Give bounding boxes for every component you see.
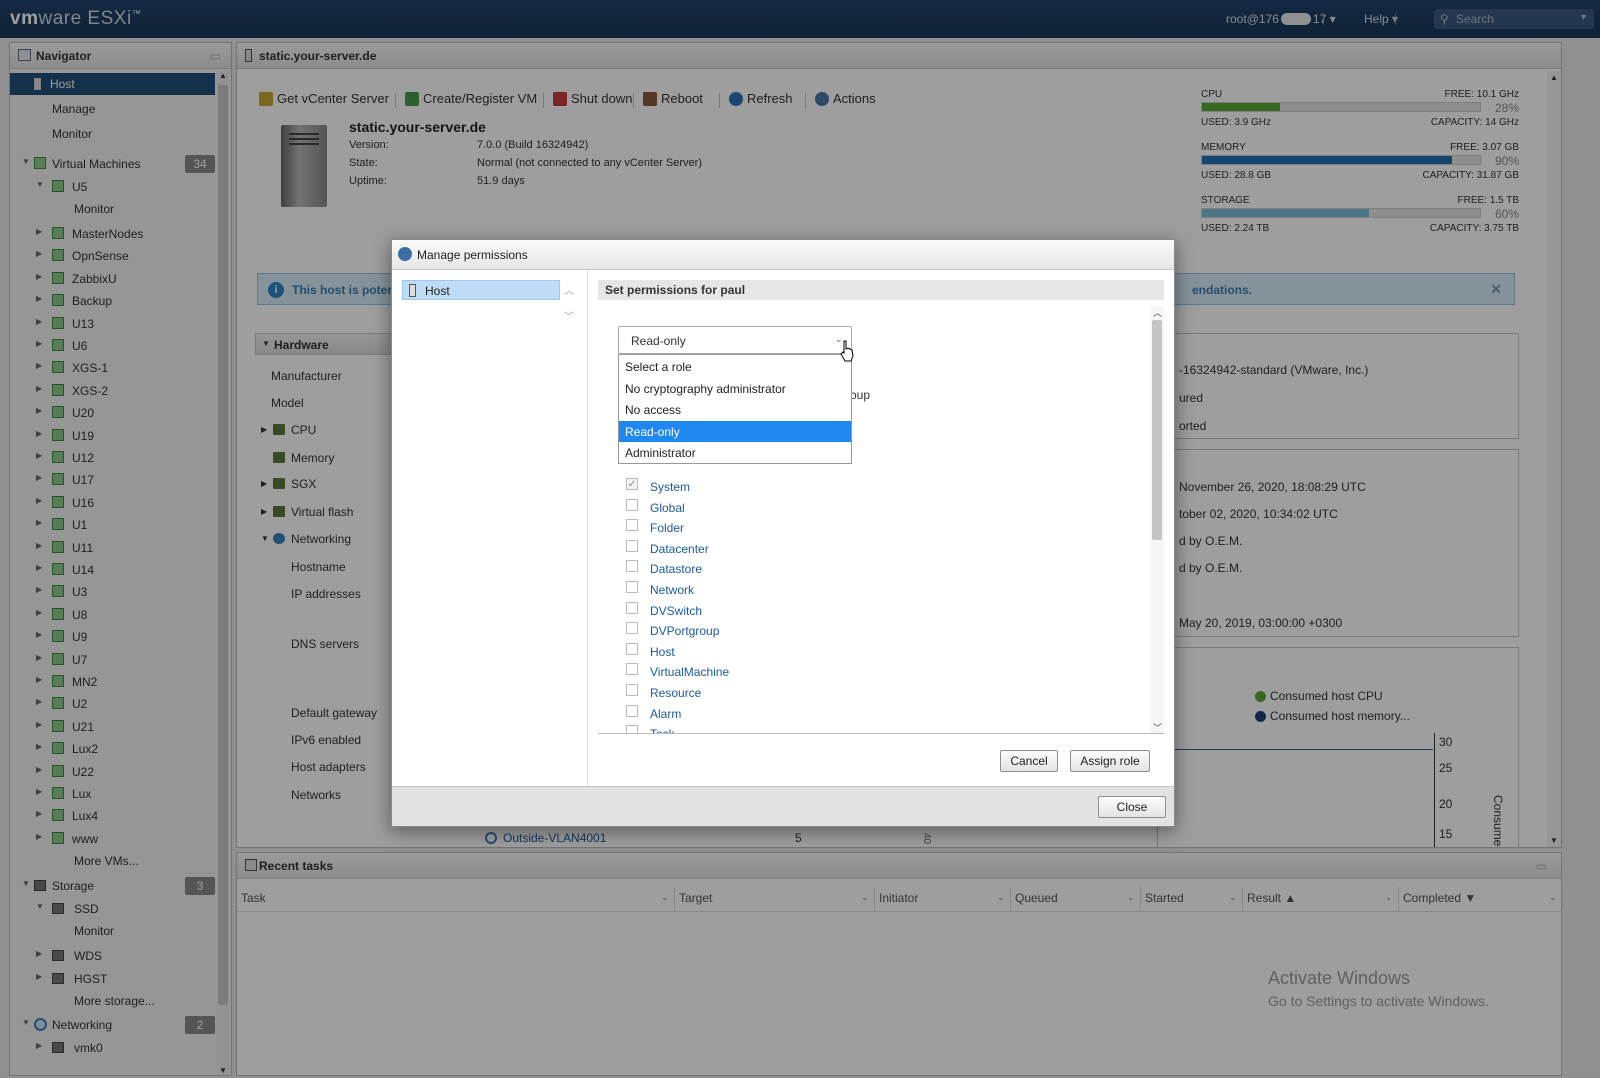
dialog-footer: Close [392,786,1174,826]
privilege-checkbox[interactable] [626,539,638,552]
privilege-checkbox[interactable] [626,622,638,635]
privilege-item[interactable]: ✓ System [626,478,690,498]
permissions-body: Read-only ⌄ oup Select a role No cryptogra… [598,306,1164,734]
privilege-item[interactable]: Folder [626,519,684,539]
role-option[interactable]: No access [619,399,851,420]
privilege-item[interactable]: Network [626,581,694,601]
privilege-checkbox[interactable] [626,519,638,532]
privilege-checkbox[interactable] [626,498,638,511]
tree-item-host[interactable]: Host [402,280,560,300]
role-option[interactable]: No cryptography administrator [619,378,851,399]
role-option[interactable]: Read-only [619,420,851,442]
assign-role-button[interactable]: Assign role [1070,750,1150,772]
privilege-item[interactable]: Datacenter [626,539,709,560]
privilege-checkbox[interactable] [626,725,638,733]
tree-scroll-arrows[interactable]: ︿ ﹀ [564,282,574,323]
role-dropdown: Select a role No cryptography administrat… [618,354,852,464]
manage-permissions-dialog: Manage permissions Host ︿ ﹀ Set permissio… [391,239,1175,827]
role-option[interactable]: Select a role [619,356,851,377]
cancel-button[interactable]: Cancel [1000,750,1058,772]
privilege-item[interactable]: Global [626,498,685,519]
role-option[interactable]: Administrator [619,442,851,463]
privilege-checkbox[interactable] [626,663,638,676]
privilege-item[interactable]: VirtualMachine [626,663,729,683]
privilege-item[interactable]: Task [626,725,675,733]
permissions-scrollbar[interactable]: ︿ ﹀ [1150,306,1164,733]
privilege-checkbox[interactable] [626,581,638,593]
dialog-tree: Host ︿ ﹀ [392,270,588,786]
role-select[interactable]: Read-only ⌄ [618,326,852,354]
privilege-item[interactable]: Resource [626,684,701,704]
privilege-item[interactable]: Host [626,642,675,663]
dialog-header: Manage permissions [392,240,1174,270]
permissions-header: Set permissions for paul [598,280,1164,300]
privilege-checkbox[interactable] [626,684,638,696]
privilege-item[interactable]: DVPortgroup [626,622,719,642]
dialog-permissions-pane: Set permissions for paul Read-only ⌄ oup … [598,280,1164,772]
privilege-item[interactable]: Alarm [626,704,681,725]
privilege-checkbox[interactable] [626,560,638,573]
privilege-item[interactable]: Datastore [626,560,702,580]
users-icon [398,247,412,261]
close-button[interactable]: Close [1098,796,1166,818]
privilege-item[interactable]: DVSwitch [626,601,702,622]
privilege-checkbox[interactable] [626,704,638,717]
privilege-checkbox[interactable] [626,601,638,614]
privilege-checkbox[interactable]: ✓ [626,478,638,490]
hand-cursor-icon [840,340,854,362]
obscured-label: oup [850,388,871,402]
privilege-checkbox[interactable] [626,642,638,655]
host-icon [409,284,416,297]
